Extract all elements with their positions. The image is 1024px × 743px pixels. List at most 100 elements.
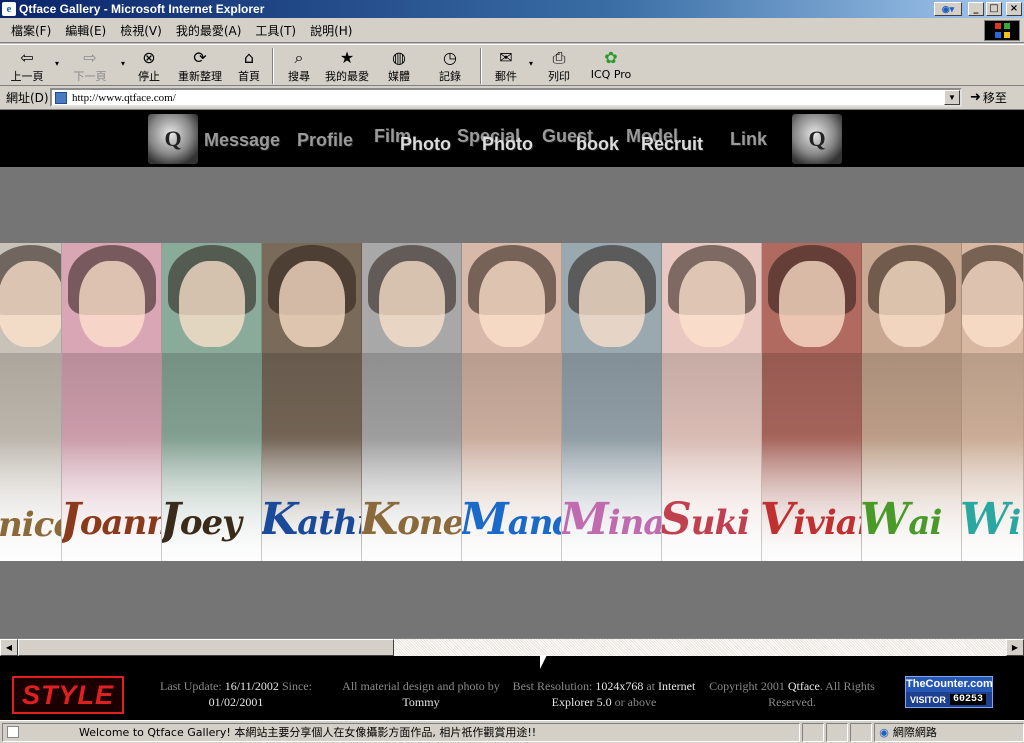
menu-bar: 檔案(F) 編輯(E) 檢視(V) 我的最愛(A) 工具(T) 說明(H) — [0, 18, 1024, 43]
model-name: Vivian — [762, 494, 861, 545]
copyright: Copyright 2001 Qtface. All Rights Reserv… — [704, 678, 880, 710]
counter-visitor-label: VISITOR — [910, 694, 946, 705]
resolution-at: at — [646, 679, 656, 693]
resolution-value: 1024x768 — [595, 679, 644, 693]
face-shape — [678, 261, 745, 347]
menu-view[interactable]: 檢視(V) — [113, 22, 169, 39]
history-button[interactable]: ◷ 記錄 — [424, 45, 476, 85]
favorites-button[interactable]: ★ 我的最愛 — [320, 45, 374, 85]
menu-favorites[interactable]: 我的最愛(A) — [169, 22, 249, 39]
model-name: nice — [0, 505, 61, 545]
address-label: 網址(D) — [6, 91, 49, 105]
scroll-thumb[interactable] — [18, 639, 394, 656]
search-button[interactable]: ⌕ 搜尋 — [278, 45, 320, 85]
refresh-icon: ⟳ — [193, 48, 207, 67]
page-content: Q Message Profile Film Photo Special Pho… — [0, 110, 1024, 638]
model-name-initial: V — [762, 494, 794, 545]
search-icon: ⌕ — [294, 48, 304, 67]
icq-button[interactable]: ✿ ICQ Pro — [582, 45, 640, 85]
model-name: Joanna — [62, 494, 161, 545]
address-input[interactable]: http://www.qtface.com/ ▼ — [50, 88, 962, 107]
address-dropdown-icon[interactable]: ▼ — [944, 90, 960, 105]
refresh-button[interactable]: ⟳ 重新整理 — [170, 45, 230, 85]
mail-icon: ✉ — [499, 48, 513, 67]
model-panel-suki[interactable]: Suki — [662, 243, 762, 561]
history-icon: ◷ — [443, 48, 457, 67]
model-name: Mandy — [462, 494, 561, 545]
nav-link[interactable]: Link — [730, 129, 767, 150]
model-name-rest: i — [1008, 503, 1021, 543]
mail-button[interactable]: ✉ 郵件 — [486, 45, 526, 85]
menu-tools[interactable]: 工具(T) — [248, 22, 303, 39]
home-icon: ⌂ — [243, 48, 255, 67]
nav-model-recruit[interactable]: Recruit — [641, 134, 703, 155]
model-name-initial: S — [662, 494, 692, 545]
home-label: 首頁 — [238, 70, 260, 83]
model-name-initial: J — [162, 494, 181, 545]
menu-help[interactable]: 說明(H) — [303, 22, 359, 39]
maximize-button[interactable]: □ — [986, 2, 1002, 16]
go-label: 移至 — [982, 91, 1007, 105]
last-update-info: Last Update: 16/11/2002 Since: 01/02/200… — [150, 678, 322, 710]
qtface-logo-right: Q — [792, 114, 842, 164]
model-panel-mandy[interactable]: Mandy — [462, 243, 562, 561]
design-credit: All material design and photo by Tommy — [338, 678, 504, 710]
menu-edit[interactable]: 編輯(E) — [58, 22, 113, 39]
menu-file[interactable]: 檔案(F) — [4, 22, 58, 39]
horizontal-scrollbar[interactable]: ◀ ▶ — [0, 638, 1024, 656]
back-dropdown-icon[interactable]: ▾ — [52, 59, 62, 68]
stop-label: 停止 — [138, 70, 160, 83]
face-shape — [378, 261, 445, 347]
scroll-left-arrow-icon[interactable]: ◀ — [0, 639, 18, 656]
model-panel-mina[interactable]: Mina — [562, 243, 662, 561]
nav-message[interactable]: Message — [204, 130, 280, 151]
model-panel-janice[interactable]: nice — [0, 243, 62, 561]
model-name-initial: K — [362, 494, 398, 545]
nav-profile[interactable]: Profile — [297, 130, 353, 151]
zone-label: 網際網路 — [892, 726, 937, 739]
stop-button[interactable]: ⊗ 停止 — [128, 45, 170, 85]
scroll-track[interactable] — [18, 639, 1006, 656]
icq-flower-icon: ✿ — [604, 48, 618, 67]
model-name-initial: K — [262, 494, 298, 545]
qtface-logo-left: Q — [148, 114, 198, 164]
site-nav-bar: Q Message Profile Film Photo Special Pho… — [0, 110, 1024, 167]
forward-dropdown-icon[interactable]: ▾ — [118, 59, 128, 68]
model-name: Koney — [362, 494, 461, 545]
stop-icon: ⊗ — [142, 48, 156, 67]
nav-film-photo[interactable]: Photo — [400, 134, 451, 155]
minimize-button[interactable]: _ — [968, 2, 984, 16]
design-author: Tommy — [402, 695, 440, 709]
model-name-rest: uki — [690, 503, 750, 543]
close-button[interactable]: × — [1006, 2, 1022, 16]
status-panel-empty-3 — [850, 722, 873, 742]
back-button[interactable]: ⇦ 上一頁 — [2, 45, 52, 85]
mail-dropdown-icon[interactable]: ▾ — [526, 59, 536, 68]
model-panel-joey[interactable]: Joey — [162, 243, 262, 561]
nav-special-photo[interactable]: Photo — [482, 134, 533, 155]
print-button[interactable]: ⎙ 列印 — [536, 45, 582, 85]
scroll-right-arrow-icon[interactable]: ▶ — [1006, 639, 1024, 656]
nav-guestbook[interactable]: book — [576, 134, 619, 155]
refresh-label: 重新整理 — [178, 70, 222, 83]
ie-throbber-icon[interactable]: ◉▾ — [934, 2, 962, 16]
face-shape — [578, 261, 645, 347]
home-button[interactable]: ⌂ 首頁 — [230, 45, 268, 85]
model-name: Kathry — [262, 494, 361, 545]
model-panel-vivian[interactable]: Vivian — [762, 243, 862, 561]
media-button[interactable]: ◍ 媒體 — [374, 45, 424, 85]
forward-button[interactable]: ⇨ 下一頁 — [62, 45, 118, 85]
style-logo[interactable]: STYLE — [12, 676, 124, 714]
status-panel-empty-1 — [802, 722, 825, 742]
model-panel-joanna[interactable]: Joanna — [62, 243, 162, 561]
window-title: Qtface Gallery - Microsoft Internet Expl… — [19, 2, 265, 16]
model-panel-kathryn[interactable]: Kathry — [262, 243, 362, 561]
go-button[interactable]: ➜ 移至 — [970, 89, 1007, 106]
resolution-info: Best Resolution: 1024x768 at Internet Ex… — [510, 678, 698, 710]
address-url: http://www.qtface.com/ — [72, 91, 176, 104]
model-panel-wi[interactable]: Wi — [962, 243, 1024, 561]
model-panel-koney[interactable]: Koney — [362, 243, 462, 561]
model-panel-wai[interactable]: Wai — [862, 243, 962, 561]
icq-label: ICQ Pro — [590, 68, 632, 81]
visitor-counter[interactable]: TheCounter.com VISITOR 60253 — [905, 676, 993, 708]
